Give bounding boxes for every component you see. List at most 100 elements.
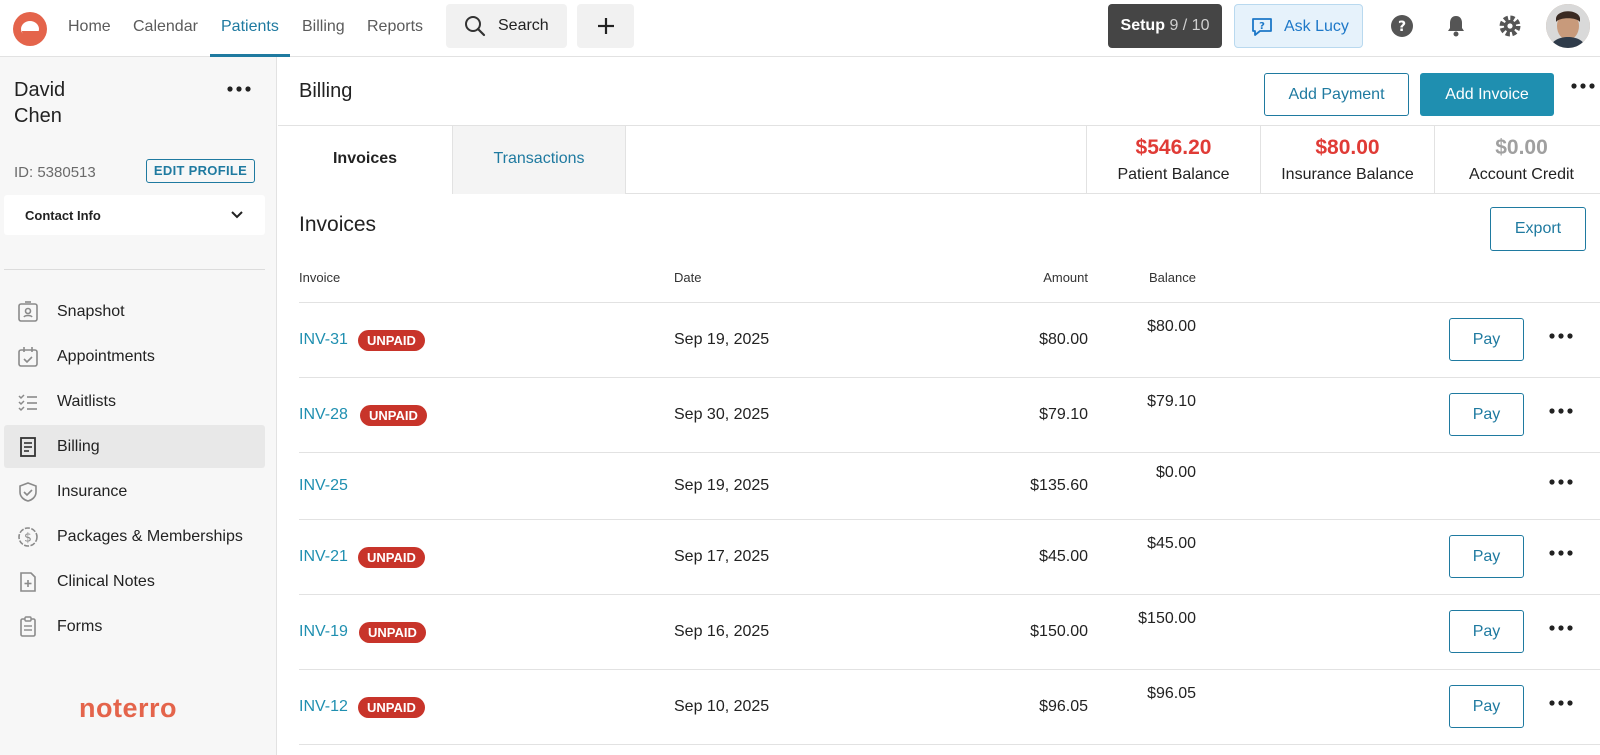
sidebar-item-clinical-notes[interactable]: Clinical Notes: [4, 560, 265, 603]
invoice-link[interactable]: INV-12: [299, 698, 348, 716]
sidebar-item-label: Billing: [57, 438, 100, 455]
table-row: INV-31 UNPAID Sep 19, 2025 $80.00 $80.00…: [299, 303, 1600, 377]
invoice-amount: $45.00: [1039, 548, 1088, 565]
nav-patients[interactable]: Patients: [210, 0, 290, 57]
account-credit-amount: $0.00: [1495, 136, 1548, 159]
sidebar-item-forms[interactable]: Forms: [4, 605, 265, 648]
nav-home[interactable]: Home: [68, 0, 111, 57]
setup-progress: 9 / 10: [1169, 17, 1210, 34]
column-header-balance[interactable]: Balance: [1149, 270, 1196, 285]
svg-text:?: ?: [1398, 19, 1406, 35]
search-label: Search: [498, 17, 549, 34]
gear-icon[interactable]: [1498, 14, 1522, 38]
add-invoice-button[interactable]: Add Invoice: [1420, 73, 1554, 116]
row-more-icon[interactable]: [1548, 697, 1574, 709]
insurance-balance-amount: $80.00: [1315, 136, 1380, 159]
invoice-amount: $135.60: [1030, 477, 1088, 494]
ask-lucy-button[interactable]: ? Ask Lucy: [1234, 4, 1363, 48]
nav-calendar[interactable]: Calendar: [133, 0, 198, 57]
billing-main: Billing Add Payment Add Invoice Invoices…: [278, 57, 1600, 755]
account-credit-label: Account Credit: [1469, 166, 1574, 183]
sidebar-item-label: Insurance: [57, 483, 128, 500]
calendar-check-icon: [18, 347, 38, 367]
sidebar-item-label: Clinical Notes: [57, 573, 155, 590]
status-badge: UNPAID: [359, 622, 426, 643]
table-row: INV-28 UNPAID Sep 30, 2025 $79.10 $79.10…: [299, 378, 1600, 452]
sidebar-divider: [4, 269, 265, 270]
patient-balance-card: $546.20 Patient Balance: [1086, 126, 1260, 194]
invoice-balance: $80.00: [1147, 318, 1196, 335]
quick-add-button[interactable]: [577, 4, 634, 48]
pay-button[interactable]: Pay: [1449, 318, 1524, 361]
user-avatar[interactable]: [1546, 4, 1590, 48]
invoice-link[interactable]: INV-28: [299, 406, 348, 424]
patient-more-icon[interactable]: [226, 82, 252, 96]
add-payment-button[interactable]: Add Payment: [1264, 73, 1409, 116]
invoice-balance: $96.05: [1147, 685, 1196, 702]
bell-icon[interactable]: [1444, 14, 1468, 38]
svg-text:?: ?: [1259, 21, 1265, 32]
sidebar-item-waitlists[interactable]: Waitlists: [4, 380, 265, 423]
row-more-icon[interactable]: [1548, 330, 1574, 342]
invoice-amount: $80.00: [1039, 331, 1088, 348]
edit-profile-button[interactable]: EDIT PROFILE: [146, 159, 255, 183]
search-icon: [465, 16, 486, 37]
tab-transactions[interactable]: Transactions: [452, 126, 626, 194]
row-more-icon[interactable]: [1548, 547, 1574, 559]
sidebar-item-label: Waitlists: [57, 393, 116, 410]
invoice-amount: $79.10: [1039, 406, 1088, 423]
receipt-icon: [20, 437, 36, 457]
patient-balance-amount: $546.20: [1135, 136, 1212, 159]
sidebar-item-label: Appointments: [57, 348, 155, 365]
brand-logo: noterro: [79, 693, 177, 723]
search-button[interactable]: Search: [446, 4, 567, 48]
billing-more-icon[interactable]: [1570, 79, 1596, 93]
sidebar-item-packages[interactable]: $ Packages & Memberships: [4, 515, 265, 558]
invoice-amount: $96.05: [1039, 698, 1088, 715]
invoice-date: Sep 19, 2025: [674, 477, 770, 494]
note-plus-icon: [20, 572, 36, 592]
nav-reports[interactable]: Reports: [367, 0, 423, 57]
column-header-date[interactable]: Date: [674, 270, 701, 285]
column-header-invoice[interactable]: Invoice: [299, 270, 340, 285]
table-row: INV-21 UNPAID Sep 17, 2025 $45.00 $45.00…: [299, 520, 1600, 594]
status-badge: UNPAID: [358, 330, 425, 351]
invoice-balance: $150.00: [1138, 610, 1196, 627]
app-logo[interactable]: [13, 12, 47, 46]
user-photo-icon: [1546, 4, 1590, 48]
billing-tabs-row: Invoices Transactions $546.20 Patient Ba…: [278, 125, 1600, 194]
sidebar-item-label: Snapshot: [57, 303, 125, 320]
sidebar-item-appointments[interactable]: Appointments: [4, 335, 265, 378]
account-credit-card: $0.00 Account Credit: [1434, 126, 1600, 194]
row-more-icon[interactable]: [1548, 622, 1574, 634]
tab-invoices[interactable]: Invoices: [278, 126, 452, 194]
nav-billing[interactable]: Billing: [302, 0, 345, 57]
table-divider: [299, 744, 1600, 745]
svg-text:$: $: [24, 531, 32, 545]
pay-button[interactable]: Pay: [1449, 393, 1524, 436]
sidebar-item-snapshot[interactable]: Snapshot: [4, 290, 265, 333]
setup-progress-button[interactable]: Setup 9 / 10: [1108, 4, 1222, 48]
row-more-icon[interactable]: [1548, 476, 1574, 488]
invoice-link[interactable]: INV-25: [299, 477, 348, 495]
sidebar-item-billing[interactable]: Billing: [4, 425, 265, 468]
help-icon[interactable]: ?: [1390, 14, 1414, 38]
clipboard-icon: [20, 616, 36, 637]
pay-button[interactable]: Pay: [1449, 535, 1524, 578]
contact-info-dropdown[interactable]: Contact Info: [4, 195, 265, 235]
invoice-link[interactable]: INV-21: [299, 548, 348, 566]
invoice-balance: $45.00: [1147, 535, 1196, 552]
row-more-icon[interactable]: [1548, 405, 1574, 417]
invoice-link[interactable]: INV-19: [299, 623, 348, 641]
column-header-amount[interactable]: Amount: [1043, 270, 1088, 285]
patient-id: ID: 5380513: [14, 164, 96, 181]
contact-info-label: Contact Info: [25, 208, 101, 223]
setup-label: Setup: [1120, 17, 1165, 34]
pay-button[interactable]: Pay: [1449, 610, 1524, 653]
pay-button[interactable]: Pay: [1449, 685, 1524, 728]
plus-icon: [598, 18, 614, 34]
chevron-down-icon: [231, 211, 243, 219]
sidebar-item-insurance[interactable]: Insurance: [4, 470, 265, 513]
export-button[interactable]: Export: [1490, 207, 1586, 251]
invoice-link[interactable]: INV-31: [299, 331, 348, 349]
